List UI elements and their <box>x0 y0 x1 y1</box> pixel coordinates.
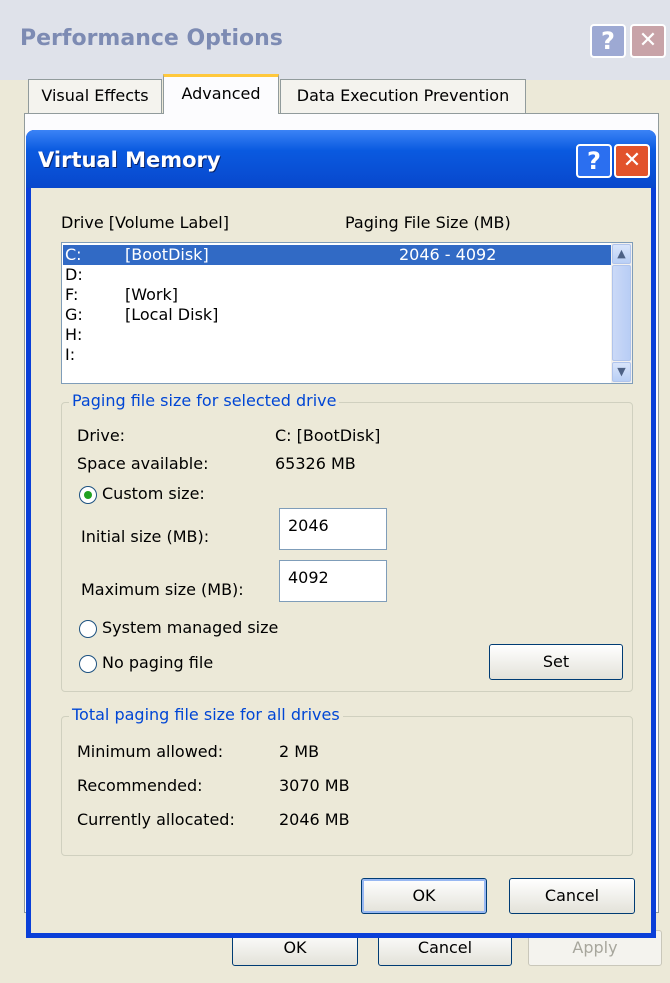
maximum-size-input[interactable]: 4092 <box>279 560 387 602</box>
drive-row-d[interactable]: D: <box>63 265 611 285</box>
drive-listbox[interactable]: C: [BootDisk] 2046 - 4092 D: F: [Work] G… <box>61 242 633 384</box>
system-managed-label: System managed size <box>102 618 279 637</box>
custom-size-radio[interactable] <box>79 486 97 504</box>
total-paging-group-title: Total paging file size for all drives <box>69 705 343 724</box>
drive-value: C: [BootDisk] <box>275 426 381 445</box>
space-available-value: 65326 MB <box>275 454 356 473</box>
scroll-down-arrow-icon[interactable]: ▼ <box>612 362 631 382</box>
vm-ok-button[interactable]: OK <box>361 878 487 914</box>
minimum-allowed-value: 2 MB <box>279 742 320 761</box>
drive-letter: F: <box>65 285 79 304</box>
perf-window-title: Performance Options <box>20 26 283 51</box>
recommended-value: 3070 MB <box>279 776 350 795</box>
set-button[interactable]: Set <box>489 644 623 680</box>
vm-dialog-title: Virtual Memory <box>38 148 221 172</box>
perf-close-button[interactable]: ✕ <box>630 24 666 58</box>
perf-titlebar[interactable]: Performance Options ? ✕ <box>0 0 670 80</box>
drive-row-f[interactable]: F: [Work] <box>63 285 611 305</box>
tab-visual-effects[interactable]: Visual Effects <box>28 79 162 113</box>
selected-drive-group-title: Paging file size for selected drive <box>69 391 340 410</box>
vm-cancel-button[interactable]: Cancel <box>509 878 635 914</box>
vm-close-button[interactable]: ✕ <box>614 144 650 178</box>
vm-dialog-body: Drive [Volume Label] Paging File Size (M… <box>31 188 651 933</box>
tab-advanced[interactable]: Advanced <box>163 74 279 114</box>
no-paging-label: No paging file <box>102 653 214 672</box>
recommended-label: Recommended: <box>77 776 203 795</box>
volume-label: [Work] <box>125 285 178 304</box>
initial-size-label: Initial size (MB): <box>81 527 210 546</box>
virtual-memory-dialog: Virtual Memory ? ✕ Drive [Volume Label] … <box>26 130 656 938</box>
volume-label: [Local Disk] <box>125 305 219 324</box>
vm-titlebar[interactable]: Virtual Memory ? ✕ <box>26 130 656 188</box>
drive-list-scrollbar[interactable]: ▲ ▼ <box>611 243 632 383</box>
initial-size-input[interactable]: 2046 <box>279 508 387 550</box>
drive-row-g[interactable]: G: [Local Disk] <box>63 305 611 325</box>
space-available-label: Space available: <box>77 454 209 473</box>
drive-letter: D: <box>65 265 83 284</box>
drive-row-c[interactable]: C: [BootDisk] 2046 - 4092 <box>63 245 611 265</box>
drive-row-i[interactable]: I: <box>63 345 611 365</box>
scroll-thumb[interactable] <box>612 265 631 361</box>
minimum-allowed-label: Minimum allowed: <box>77 742 224 761</box>
vm-help-button[interactable]: ? <box>576 144 612 178</box>
drive-letter: C: <box>65 245 82 264</box>
drive-letter: H: <box>65 325 83 344</box>
drive-row-h[interactable]: H: <box>63 325 611 345</box>
volume-label: [BootDisk] <box>125 245 209 264</box>
drive-letter: G: <box>65 305 83 324</box>
perf-help-button[interactable]: ? <box>590 24 626 58</box>
tab-data-execution-prevention[interactable]: Data Execution Prevention <box>280 79 526 113</box>
drive-label: Drive: <box>77 426 126 445</box>
maximum-size-label: Maximum size (MB): <box>81 580 244 599</box>
currently-allocated-label: Currently allocated: <box>77 810 235 829</box>
system-managed-radio[interactable] <box>79 620 97 638</box>
custom-size-label: Custom size: <box>102 484 205 503</box>
no-paging-radio[interactable] <box>79 655 97 673</box>
paging-size-column-header: Paging File Size (MB) <box>345 213 511 232</box>
drive-column-header: Drive [Volume Label] <box>61 213 229 232</box>
currently-allocated-value: 2046 MB <box>279 810 350 829</box>
paging-size: 2046 - 4092 <box>399 245 497 264</box>
scroll-up-arrow-icon[interactable]: ▲ <box>612 244 631 264</box>
drive-letter: I: <box>65 345 76 364</box>
